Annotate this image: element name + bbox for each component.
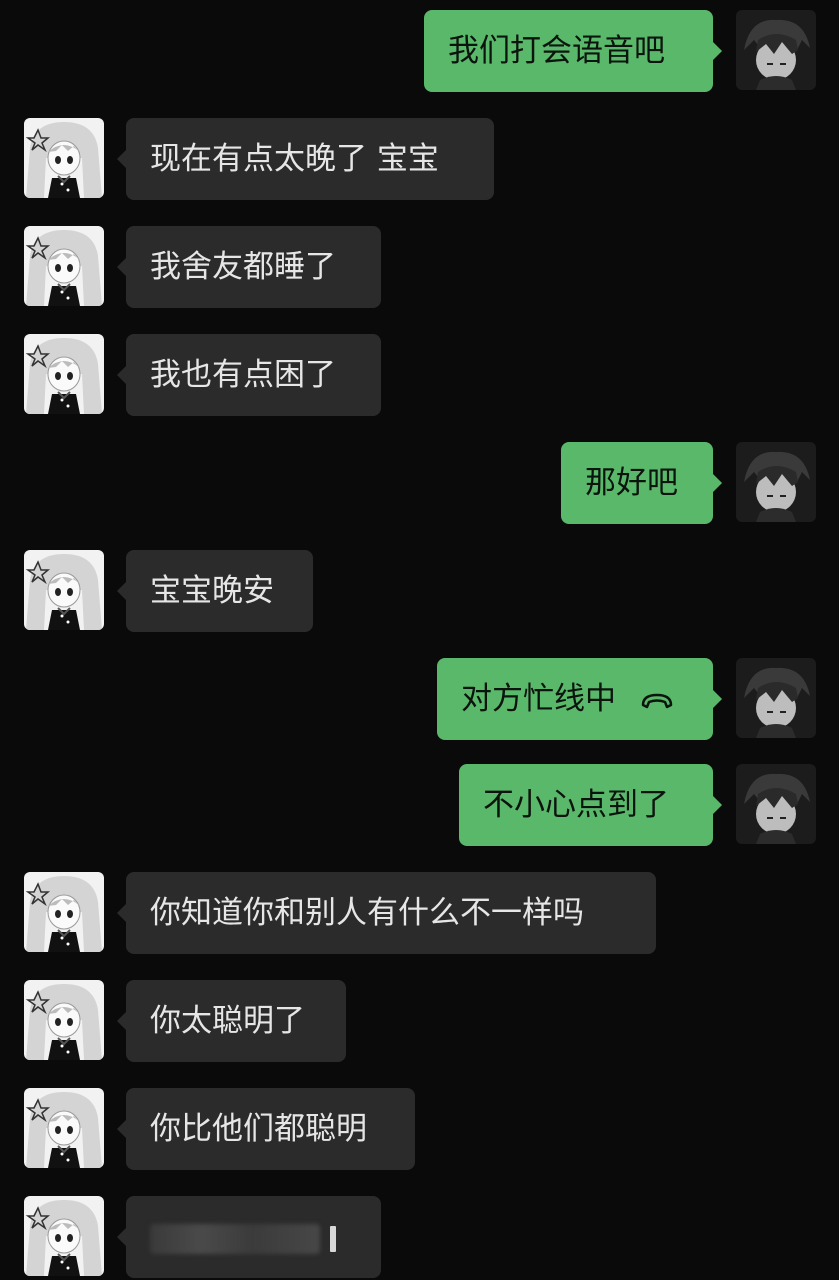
self-avatar-icon[interactable] (736, 442, 816, 522)
message-text: 宝宝晚安 (150, 573, 274, 609)
blurred-message-content (150, 1223, 320, 1254)
chat-message-list[interactable]: 我们打会语音吧 现在有点太晚了 宝宝 我舍友都睡了 我也有点困了 那好吧 宝宝晚… (0, 0, 839, 1280)
contact-avatar-icon[interactable] (24, 226, 104, 306)
message-text: 你太聪明了 (150, 1003, 305, 1039)
message-text: 我舍友都睡了 (150, 249, 336, 285)
message-text: 对方忙线中 (461, 681, 616, 717)
message-bubble-incoming[interactable]: 你比他们都聪明 (117, 1088, 415, 1170)
contact-avatar-icon[interactable] (24, 980, 104, 1060)
message-bubble-incoming[interactable]: 宝宝晚安 (117, 550, 313, 632)
message-text: 不小心点到了 (483, 787, 669, 823)
contact-avatar-icon[interactable] (24, 550, 104, 630)
message-text: 现在有点太晚了 宝宝 (150, 141, 439, 177)
message-bubble-incoming[interactable]: 你太聪明了 (117, 980, 346, 1062)
message-bubble-incoming[interactable]: 我也有点困了 (117, 334, 381, 416)
hangup-phone-icon (641, 693, 673, 708)
message-bubble-incoming[interactable]: 现在有点太晚了 宝宝 (117, 118, 494, 200)
message-text: 我也有点困了 (150, 357, 336, 393)
contact-avatar-icon[interactable] (24, 334, 104, 414)
self-avatar-icon[interactable] (736, 764, 816, 844)
voice-call-record-bubble[interactable]: 对方忙线中 (437, 658, 722, 740)
contact-avatar-icon[interactable] (24, 872, 104, 952)
message-text: 那好吧 (585, 465, 678, 501)
message-text: 你比他们都聪明 (150, 1111, 367, 1147)
message-text: 你知道你和别人有什么不一样吗 (150, 895, 584, 931)
message-bubble-outgoing[interactable]: 我们打会语音吧 (424, 10, 722, 92)
contact-avatar-icon[interactable] (24, 118, 104, 198)
message-bubble-incoming-blurred[interactable] (117, 1196, 381, 1278)
message-bubble-outgoing[interactable]: 不小心点到了 (459, 764, 722, 846)
message-text: 我们打会语音吧 (448, 33, 665, 69)
message-bubble-incoming[interactable]: 你知道你和别人有什么不一样吗 (117, 872, 656, 954)
blur-tail-mark (330, 1225, 336, 1252)
self-avatar-icon[interactable] (736, 658, 816, 738)
self-avatar-icon[interactable] (736, 10, 816, 90)
contact-avatar-icon[interactable] (24, 1196, 104, 1276)
message-bubble-incoming[interactable]: 我舍友都睡了 (117, 226, 381, 308)
contact-avatar-icon[interactable] (24, 1088, 104, 1168)
message-bubble-outgoing[interactable]: 那好吧 (561, 442, 722, 524)
